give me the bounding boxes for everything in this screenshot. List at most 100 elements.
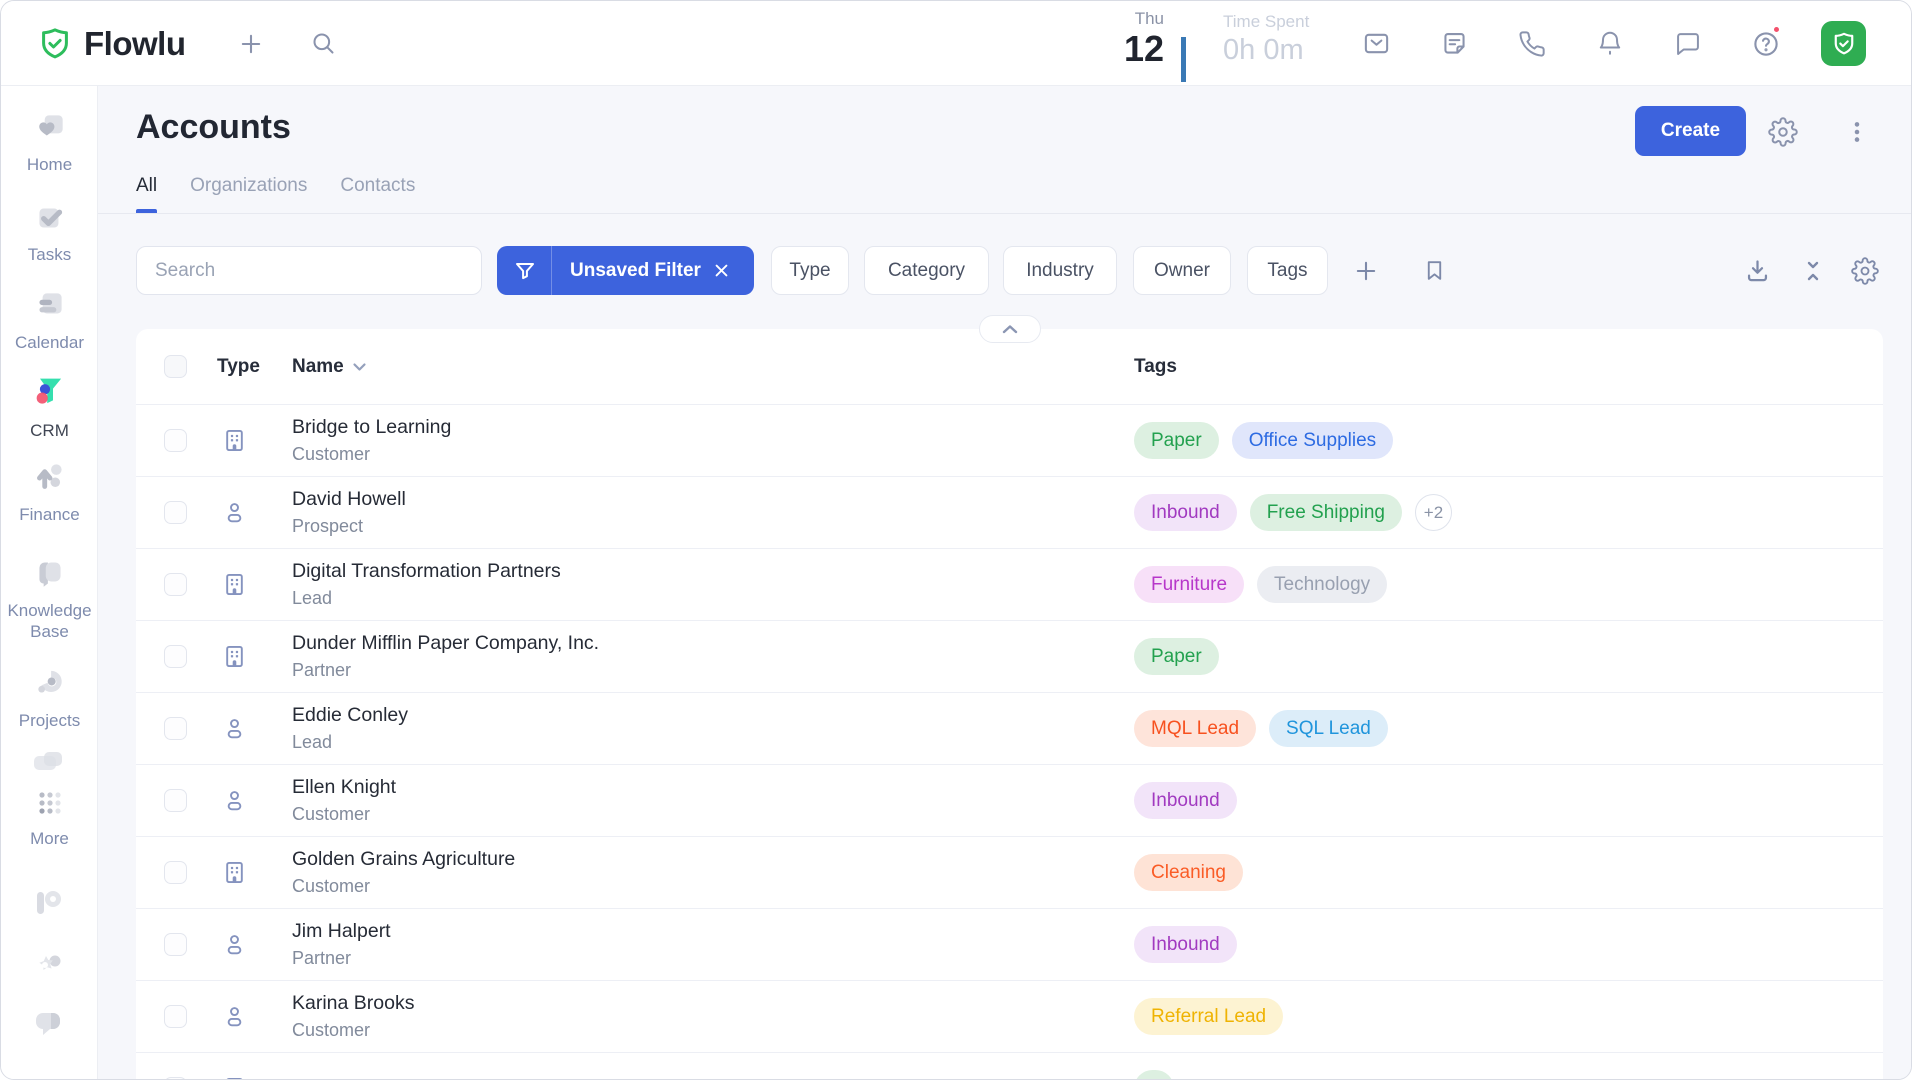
faded-module-icon [30,748,68,778]
person-icon [221,787,248,814]
page-more-button[interactable] [1840,115,1874,149]
account-name[interactable]: Dunder Mifflin Paper Company, Inc. [292,631,599,656]
row-checkbox[interactable] [164,573,187,596]
tasks-icon [31,198,69,236]
sidebar-item-home[interactable]: Home [1,108,98,175]
clear-filter-icon[interactable] [713,262,730,279]
time-spent-widget[interactable]: Time Spent 0h 0m [1223,1,1309,68]
account-name[interactable]: Landmark Developments [292,1075,509,1080]
account-name[interactable]: Karina Brooks [292,991,414,1016]
collapse-rows-button[interactable] [1795,246,1831,295]
row-checkbox[interactable] [164,789,187,812]
tag-pill[interactable]: MQL Lead [1134,710,1256,747]
faded-portal-icon [29,884,69,924]
sidebar-item-knowledge-base[interactable]: Knowledge Base [1,554,98,642]
quick-add-button[interactable] [229,1,273,86]
brand[interactable]: Flowlu [37,1,185,86]
tag-pill[interactable]: SQL Lead [1269,710,1388,747]
page-settings-button[interactable] [1766,115,1800,149]
filter-chip-tags[interactable]: Tags [1247,246,1328,295]
account-name[interactable]: Golden Grains Agriculture [292,847,515,872]
account-name[interactable]: Jim Halpert [292,919,391,944]
tag-pill[interactable]: Referral Lead [1134,998,1283,1035]
tag-more-count[interactable]: +2 [1415,494,1452,531]
tag-pill[interactable]: Technology [1257,566,1387,603]
filter-chip-type[interactable]: Type [771,246,849,295]
tag-pill[interactable]: Inbound [1134,782,1237,819]
sidebar-item-crm[interactable]: CRM [1,372,98,441]
notifications-button[interactable] [1588,1,1632,86]
table-row[interactable]: David Howell Prospect InboundFree Shippi… [136,476,1883,548]
row-checkbox[interactable] [164,429,187,452]
account-name[interactable]: Bridge to Learning [292,415,451,440]
filter-chip-category[interactable]: Category [864,246,989,295]
tab-contacts[interactable]: Contacts [340,175,415,213]
account-name[interactable]: Digital Transformation Partners [292,559,561,584]
flowlu-logo-icon [37,26,73,62]
column-header-tags[interactable]: Tags [1134,356,1177,378]
row-checkbox[interactable] [164,717,187,740]
sidebar-item-calendar[interactable]: Calendar [1,286,98,353]
global-search-button[interactable] [301,1,345,86]
calendar-date[interactable]: Thu 12 [1081,1,1164,86]
create-button[interactable]: Create [1635,106,1746,156]
mail-button[interactable] [1354,1,1398,86]
table-row[interactable]: Bridge to Learning Customer PaperOffice … [136,404,1883,476]
save-filter-bookmark-button[interactable] [1416,246,1452,295]
table-row[interactable]: Eddie Conley Lead MQL LeadSQL Lead [136,692,1883,764]
search-input[interactable] [136,246,482,295]
sidebar-item-projects[interactable]: Projects [1,662,98,731]
tag-pill[interactable]: Furniture [1134,566,1244,603]
tab-organizations[interactable]: Organizations [190,175,307,213]
row-checkbox[interactable] [164,1005,187,1028]
sidebar-item-more[interactable]: More [1,786,98,849]
sidebar: Home Tasks Calendar CRM [1,86,98,1080]
tag-pill[interactable]: Free Shipping [1250,494,1402,531]
tag-pill[interactable]: Paper [1134,638,1219,675]
user-avatar[interactable] [1821,21,1866,66]
table-row[interactable]: Ellen Knight Customer Inbound [136,764,1883,836]
table-row[interactable]: Karina Brooks Customer Referral Lead [136,980,1883,1052]
messenger-button[interactable] [1666,1,1710,86]
sidebar-item-finance[interactable]: Finance [1,458,98,525]
notes-button[interactable] [1432,1,1476,86]
table-row[interactable]: Digital Transformation Partners Lead Fur… [136,548,1883,620]
account-name[interactable]: Eddie Conley [292,703,408,728]
phone-button[interactable] [1510,1,1554,86]
column-header-type[interactable]: Type [217,356,260,378]
table-row[interactable]: Landmark Developments [136,1052,1883,1080]
filter-chip-industry[interactable]: Industry [1003,246,1117,295]
column-header-name[interactable]: Name [292,356,367,378]
row-tags: Inbound [1134,926,1883,963]
help-button[interactable] [1744,1,1788,86]
table-row[interactable]: Dunder Mifflin Paper Company, Inc. Partn… [136,620,1883,692]
bookmark-icon [1422,258,1447,283]
tag-pill[interactable]: Inbound [1134,926,1237,963]
active-filter-button[interactable]: Unsaved Filter [497,246,754,295]
row-checkbox[interactable] [164,933,187,956]
brand-name: Flowlu [84,25,185,63]
add-filter-button[interactable] [1348,246,1384,295]
person-icon [221,715,248,742]
account-name[interactable]: Ellen Knight [292,775,396,800]
row-checkbox[interactable] [164,861,187,884]
table-row[interactable]: Golden Grains Agriculture Customer Clean… [136,836,1883,908]
tab-all[interactable]: All [136,175,157,213]
search-icon [310,30,337,57]
tag-pill[interactable]: Office Supplies [1232,422,1393,459]
row-checkbox[interactable] [164,645,187,668]
table-settings-button[interactable] [1847,246,1883,295]
filter-chip-owner[interactable]: Owner [1133,246,1231,295]
tag-pill[interactable]: Paper [1134,422,1219,459]
collapse-table-pill[interactable] [979,315,1041,343]
plus-icon [1352,257,1380,285]
tag-pill[interactable]: Inbound [1134,494,1237,531]
export-button[interactable] [1739,246,1775,295]
table-row[interactable]: Jim Halpert Partner Inbound [136,908,1883,980]
tag-pill[interactable]: Cleaning [1134,854,1243,891]
tag-pill[interactable] [1134,1070,1174,1080]
sidebar-item-tasks[interactable]: Tasks [1,198,98,265]
select-all-checkbox[interactable] [164,355,187,378]
row-checkbox[interactable] [164,501,187,524]
account-name[interactable]: David Howell [292,487,406,512]
